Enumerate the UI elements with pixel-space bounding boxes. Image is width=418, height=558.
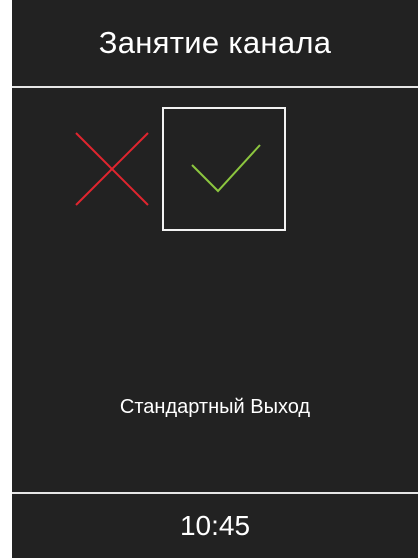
clock-time: 10:45 [179, 510, 251, 541]
cross-icon [75, 132, 149, 206]
accept-option-button[interactable] [162, 107, 286, 231]
checkmark-icon [191, 144, 261, 193]
status-label: Стандартный Выход [119, 396, 311, 418]
reject-option-button[interactable] [50, 107, 174, 231]
header-divider [12, 86, 418, 88]
device-screen: Занятие канала Стандартный Выход 10:45 [12, 0, 418, 558]
page-title: Занятие канала [98, 25, 332, 60]
